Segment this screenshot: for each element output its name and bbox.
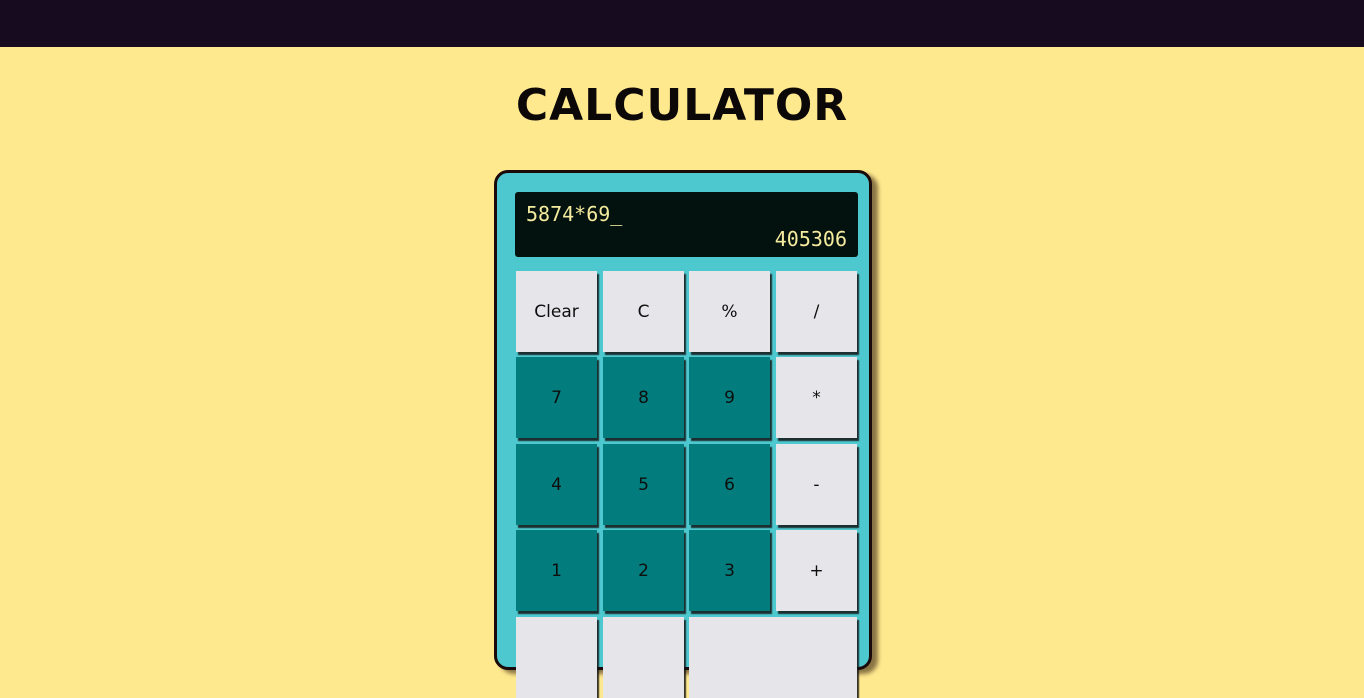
multiply-button[interactable]: * xyxy=(776,357,857,438)
bottom-row-key-wide[interactable] xyxy=(689,617,857,698)
digit-8-button[interactable]: 8 xyxy=(603,357,684,438)
divide-button[interactable]: / xyxy=(776,271,857,352)
backspace-button[interactable]: C xyxy=(603,271,684,352)
digit-4-button[interactable]: 4 xyxy=(516,444,597,525)
digit-2-button[interactable]: 2 xyxy=(603,530,684,611)
calculator: 5874*69_ 405306 Clear C % / 7 8 9 * 4 5 … xyxy=(494,170,872,698)
digit-6-button[interactable]: 6 xyxy=(689,444,770,525)
clear-button[interactable]: Clear xyxy=(516,271,597,352)
bottom-row-key-1[interactable] xyxy=(516,617,597,698)
display-expression: 5874*69_ xyxy=(526,202,623,226)
calculator-display: 5874*69_ 405306 xyxy=(515,192,858,257)
digit-5-button[interactable]: 5 xyxy=(603,444,684,525)
display-result: 405306 xyxy=(774,227,847,251)
digit-7-button[interactable]: 7 xyxy=(516,357,597,438)
page-title: CALCULATOR xyxy=(515,80,849,131)
digit-1-button[interactable]: 1 xyxy=(516,530,597,611)
percent-button[interactable]: % xyxy=(689,271,770,352)
digit-3-button[interactable]: 3 xyxy=(689,530,770,611)
subtract-button[interactable]: - xyxy=(776,444,857,525)
add-button[interactable]: + xyxy=(776,530,857,611)
top-navbar xyxy=(0,0,1364,47)
digit-9-button[interactable]: 9 xyxy=(689,357,770,438)
bottom-row-key-2[interactable] xyxy=(603,617,684,698)
